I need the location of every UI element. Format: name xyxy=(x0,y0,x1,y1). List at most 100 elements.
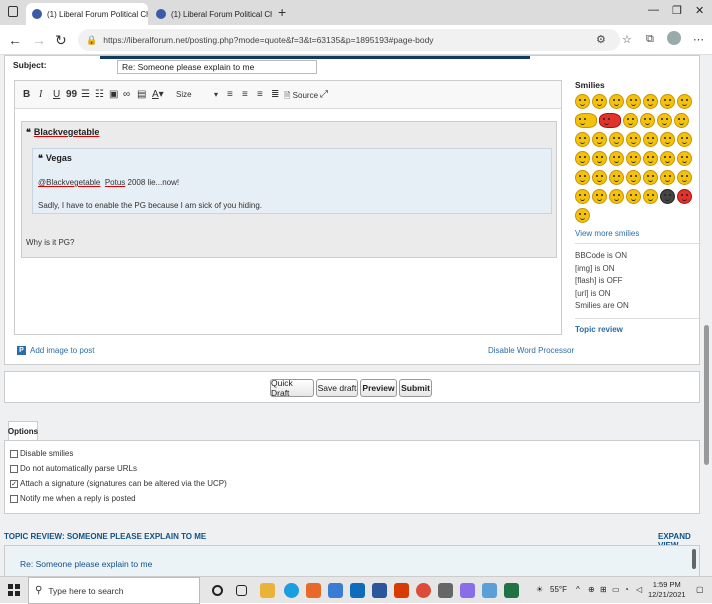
option-notify-reply[interactable]: Notify me when a reply is posted xyxy=(10,494,136,503)
font-color-button[interactable]: A▾ xyxy=(152,89,164,100)
url-input[interactable]: 🔒 https://liberalforum.net/posting.php?m… xyxy=(78,29,620,51)
smiley-icon[interactable] xyxy=(660,170,675,185)
option-no-parse-urls[interactable]: Do not automatically parse URLs xyxy=(10,464,137,473)
smiley-icon[interactable] xyxy=(643,132,658,147)
link-icon[interactable]: ∞ xyxy=(123,89,130,100)
smiley-icon[interactable] xyxy=(643,94,658,109)
smiley-icon[interactable] xyxy=(674,113,689,128)
smiley-icon[interactable] xyxy=(599,113,621,128)
word-icon[interactable] xyxy=(372,583,387,598)
underline-button[interactable]: U xyxy=(53,89,60,100)
smiley-icon[interactable] xyxy=(626,170,641,185)
office-icon[interactable] xyxy=(394,583,409,598)
smiley-icon[interactable] xyxy=(677,151,692,166)
align-right-icon[interactable]: ≡ xyxy=(257,89,263,100)
smiley-icon[interactable] xyxy=(623,113,638,128)
weather-icon[interactable]: ☀ xyxy=(536,585,543,594)
subject-input[interactable]: Re: Someone please explain to me xyxy=(117,60,317,74)
smiley-icon[interactable] xyxy=(657,113,672,128)
back-icon[interactable]: ← xyxy=(8,32,22,48)
smiley-icon[interactable] xyxy=(677,189,692,204)
collections-icon[interactable]: ⧉ xyxy=(646,33,654,46)
task-view-icon[interactable] xyxy=(236,585,247,596)
chrome-icon[interactable] xyxy=(416,583,431,598)
minimize-icon[interactable]: — xyxy=(648,4,659,16)
option-attach-signature[interactable]: ✓ Attach a signature (signatures can be … xyxy=(10,479,227,488)
checkbox[interactable] xyxy=(10,464,18,473)
disable-word-processor-link[interactable]: Disable Word Processor xyxy=(488,346,574,355)
smiley-icon[interactable] xyxy=(643,189,658,204)
bullet-list-icon[interactable]: ☰ xyxy=(81,89,90,100)
submit-button[interactable]: Submit xyxy=(399,379,432,397)
app-icon[interactable] xyxy=(438,583,453,598)
close-window-icon[interactable]: ✕ xyxy=(695,4,704,17)
smiley-icon[interactable] xyxy=(643,151,658,166)
taskbar-search-box[interactable]: ⚲ Type here to search xyxy=(28,577,200,604)
tray-app-icon[interactable]: ⊞ xyxy=(600,585,607,594)
italic-button[interactable]: I xyxy=(39,89,42,100)
more-options-icon[interactable]: ⋯ xyxy=(693,33,704,46)
weather-temp[interactable]: 55°F xyxy=(550,585,567,594)
smiley-icon[interactable] xyxy=(575,189,590,204)
smiley-icon[interactable] xyxy=(575,94,590,109)
fullscreen-icon[interactable]: ⤢ xyxy=(320,89,328,100)
page-scrollbar[interactable] xyxy=(704,325,709,465)
restore-icon[interactable]: ❐ xyxy=(672,4,682,17)
smiley-icon[interactable] xyxy=(609,189,624,204)
code-icon[interactable]: ▤ xyxy=(137,89,146,100)
battery-icon[interactable]: ▭ xyxy=(612,585,620,594)
forward-icon[interactable]: → xyxy=(32,32,46,48)
notifications-icon[interactable]: ▢ xyxy=(696,585,704,594)
save-draft-button[interactable]: Save draft xyxy=(316,379,358,397)
smiley-icon[interactable] xyxy=(626,151,641,166)
smiley-icon[interactable] xyxy=(575,132,590,147)
profile-avatar[interactable] xyxy=(667,31,681,45)
app-icon[interactable] xyxy=(306,583,321,598)
smiley-icon[interactable] xyxy=(677,170,692,185)
tab-options[interactable]: Options xyxy=(8,421,38,441)
taskbar-clock[interactable]: 1:59 PM 12/21/2021 xyxy=(648,580,686,600)
smiley-icon[interactable] xyxy=(660,132,675,147)
align-left-icon[interactable]: ≡ xyxy=(227,89,233,100)
outlook-icon[interactable] xyxy=(350,583,365,598)
topic-review-scrollbar[interactable] xyxy=(692,549,696,569)
excel-icon[interactable] xyxy=(504,583,519,598)
quick-draft-button[interactable]: Quick Draft xyxy=(270,378,314,398)
add-image-link[interactable]: P Add image to post xyxy=(17,346,94,355)
smiley-icon[interactable] xyxy=(575,113,597,128)
volume-icon[interactable]: ◁ xyxy=(636,585,642,594)
edge-icon[interactable] xyxy=(284,583,299,598)
windows-start-icon[interactable] xyxy=(8,584,20,596)
smiley-icon[interactable] xyxy=(592,151,607,166)
smiley-icon[interactable] xyxy=(660,151,675,166)
smiley-icon[interactable] xyxy=(609,132,624,147)
topic-review-post-title[interactable]: Re: Someone please explain to me xyxy=(20,559,152,569)
smiley-icon[interactable] xyxy=(592,170,607,185)
font-size-select[interactable]: Size ▾ xyxy=(176,90,218,99)
checkbox-checked[interactable]: ✓ xyxy=(10,479,18,488)
reading-mode-icon[interactable]: ⚙ xyxy=(596,33,606,46)
browser-tab[interactable]: (1) Liberal Forum Political Chat F ✕ xyxy=(150,3,272,25)
file-explorer-icon[interactable] xyxy=(260,583,275,598)
tray-app-icon[interactable]: ⊕ xyxy=(588,585,595,594)
cortana-icon[interactable] xyxy=(212,585,223,596)
smiley-icon[interactable] xyxy=(592,132,607,147)
smiley-icon[interactable] xyxy=(640,113,655,128)
favorites-icon[interactable]: ☆ xyxy=(622,33,632,46)
smiley-icon[interactable] xyxy=(575,170,590,185)
smiley-icon[interactable] xyxy=(592,94,607,109)
editor-content[interactable]: ❝ Blackvegetable ❝ Vegas @Blackvegetable P… xyxy=(21,121,557,258)
smiley-icon[interactable] xyxy=(626,189,641,204)
smiley-icon[interactable] xyxy=(677,132,692,147)
bold-button[interactable]: B xyxy=(23,89,30,100)
smiley-icon[interactable] xyxy=(575,151,590,166)
refresh-icon[interactable]: ↻ xyxy=(55,32,67,49)
image-icon[interactable]: ▣ xyxy=(109,89,118,100)
topic-review-link[interactable]: Topic review xyxy=(575,325,701,334)
smiley-icon[interactable] xyxy=(592,189,607,204)
smiley-icon[interactable] xyxy=(609,151,624,166)
preview-button[interactable]: Preview xyxy=(360,379,397,397)
smiley-icon[interactable] xyxy=(677,94,692,109)
align-justify-icon[interactable]: ≣ xyxy=(271,89,279,100)
app-icon[interactable] xyxy=(460,583,475,598)
